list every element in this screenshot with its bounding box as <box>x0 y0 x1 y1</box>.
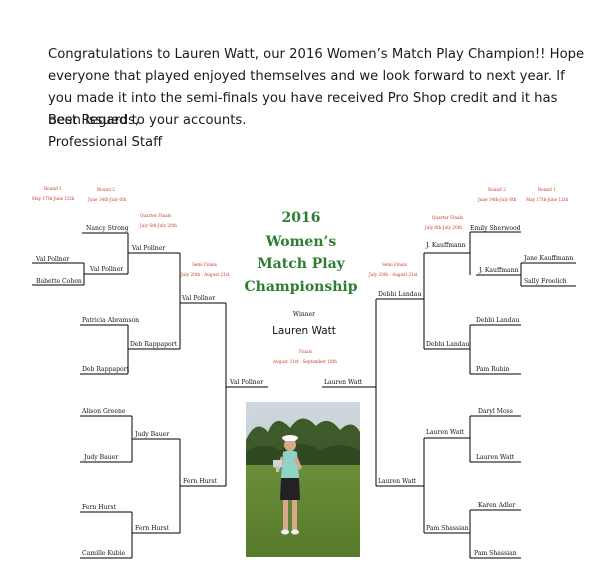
round2-right-label: Round 2 <box>488 187 506 192</box>
player-name: Sally Froelich <box>524 278 567 285</box>
right-names: Jane Kauffmann Sally Froelich Emily Sher… <box>324 225 573 557</box>
player-name: Deb Rappaport <box>82 366 130 373</box>
player-name: Emily Sherwood <box>470 225 521 232</box>
player-name: Val Pollner <box>181 295 215 302</box>
semi-right-dates: July 20th - August 21st <box>368 272 418 277</box>
player-name: J. Kauffmann <box>425 242 466 249</box>
winner-label: Winner <box>293 311 315 318</box>
player-name: Babette Cohen <box>36 278 82 285</box>
player-name: Judy Bauer <box>83 454 118 461</box>
tournament-bracket: Round 1 May 17th-June 12th Round 2 June … <box>32 186 576 559</box>
player-name: Daryl Moss <box>478 408 513 415</box>
player-name: Karen Adler <box>478 502 515 509</box>
player-name: Debbi Landau <box>476 317 519 324</box>
quarter-right-label: Quarter Finals <box>432 215 463 220</box>
player-name: Alison Greene <box>81 408 126 415</box>
player-name: Debbi Landau <box>378 291 421 298</box>
round1-left-dates: May 17th-June 12th <box>32 196 74 201</box>
round1-right-dates: May 17th-June 12th <box>526 197 568 202</box>
player-name: Pam Shassian <box>474 550 517 557</box>
finals-label: Finals <box>299 349 312 354</box>
title-line: Championship <box>245 279 358 295</box>
player-name: Pam Rubin <box>476 366 510 373</box>
player-name: Jane Kauffmann <box>523 255 573 262</box>
player-name: Deb Rappaport <box>130 341 178 348</box>
quarter-left-label: Quarter Finals <box>140 213 171 218</box>
player-name: Judy Bauer <box>134 431 169 438</box>
semi-right-label: Semi Finals <box>382 262 407 267</box>
player-name: Pam Shassian <box>426 525 469 532</box>
semi-left-label: Semi Finals <box>192 262 217 267</box>
player-name: J. Kauffmann <box>478 267 519 274</box>
title-line: 2016 <box>282 210 321 226</box>
player-name: Fern Hurst <box>82 504 117 511</box>
player-name: Debbi Landau <box>426 341 469 348</box>
round2-left-dates: June 14th-July 6th <box>87 197 127 202</box>
player-name: Lauren Watt <box>476 454 515 461</box>
round2-right-dates: June 14th-July 6th <box>477 197 517 202</box>
finals-dates: August 21st - September 18th <box>272 359 337 364</box>
round1-left-label: Round 1 <box>44 186 62 191</box>
player-name: Camille Kubie <box>82 550 126 557</box>
player-name: Val Pollner <box>131 245 165 252</box>
round1-right-label: Round 1 <box>538 187 556 192</box>
player-name: Val Pollner <box>89 266 123 273</box>
player-name: Patricia Abramson <box>82 317 139 324</box>
player-name: Lauren Watt <box>378 478 417 485</box>
quarter-left-dates: July 6th-July 20th <box>139 223 177 228</box>
player-name: Fern Hurst <box>135 525 170 532</box>
finalist-left-name: Val Pollner <box>229 379 263 386</box>
semi-left-dates: July 20th - August 21st <box>180 272 230 277</box>
title-line: Women’s <box>265 234 337 250</box>
champion-photo <box>246 402 360 557</box>
round2-left-label: Round 2 <box>97 187 115 192</box>
player-name: Nancy Strong <box>86 225 129 232</box>
player-name: Fern Hurst <box>183 478 218 485</box>
player-name: Val Pollner <box>35 256 69 263</box>
finalist-right-name: Lauren Watt <box>324 379 363 386</box>
championship-title: 2016 Women’s Match Play Championship <box>245 210 358 295</box>
player-name: Lauren Watt <box>426 429 465 436</box>
title-line: Match Play <box>257 256 346 272</box>
winner-name: Lauren Watt <box>272 325 336 337</box>
quarter-right-dates: July 6th-July 20th <box>424 225 462 230</box>
